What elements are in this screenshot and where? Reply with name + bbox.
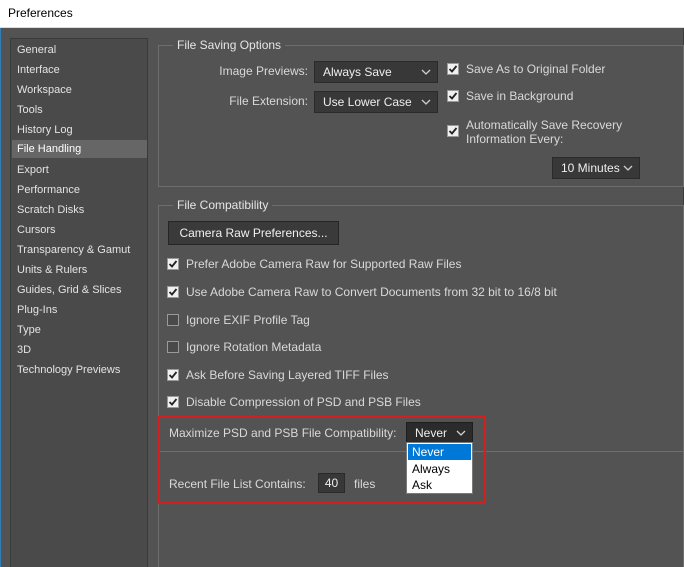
ignore-rotation-checkbox[interactable]	[167, 341, 179, 353]
title-bar: Preferences	[0, 0, 684, 28]
sidebar-item-guides-grid-slices[interactable]: Guides, Grid & Slices	[12, 281, 147, 299]
image-previews-label: Image Previews:	[219, 64, 308, 78]
ignore-rotation-label: Ignore Rotation Metadata	[186, 340, 322, 354]
prefer-camera-raw-checkbox[interactable]	[167, 258, 179, 270]
auto-save-recovery-checkbox[interactable]	[447, 125, 459, 137]
sidebar-item-performance[interactable]: Performance	[12, 181, 147, 199]
image-previews-select[interactable]: Always Save	[314, 61, 438, 83]
checkmark-icon	[168, 288, 178, 296]
sidebar-item-tools[interactable]: Tools	[12, 101, 147, 119]
disable-compression-label: Disable Compression of PSD and PSB Files	[186, 395, 421, 409]
camera-raw-convert-label: Use Adobe Camera Raw to Convert Document…	[186, 285, 557, 299]
checkmark-icon	[448, 65, 458, 73]
chevron-down-icon	[421, 69, 431, 75]
sidebar-item-units-rulers[interactable]: Units & Rulers	[12, 261, 147, 279]
sidebar-item-transparency-gamut[interactable]: Transparency & Gamut	[12, 241, 147, 259]
auto-save-recovery-label-line2: Information Every:	[466, 132, 564, 146]
sidebar-item-plug-ins[interactable]: Plug-Ins	[12, 301, 147, 319]
sidebar-item-cursors[interactable]: Cursors	[12, 221, 147, 239]
file-compatibility-title: File Compatibility	[173, 198, 273, 212]
highlight-annotation-box	[158, 416, 486, 504]
window-border	[0, 28, 1, 567]
save-as-original-folder-label: Save As to Original Folder	[466, 62, 606, 76]
preferences-sidebar: General Interface Workspace Tools Histor…	[10, 38, 148, 567]
checkmark-icon	[448, 127, 458, 135]
file-saving-options-title: File Saving Options	[173, 38, 286, 52]
recovery-interval-select[interactable]: 10 Minutes	[552, 157, 640, 179]
camera-raw-convert-checkbox[interactable]	[167, 286, 179, 298]
save-in-background-label: Save in Background	[466, 89, 574, 103]
prefer-camera-raw-label: Prefer Adobe Camera Raw for Supported Ra…	[186, 257, 462, 271]
checkmark-icon	[168, 260, 178, 268]
sidebar-item-interface[interactable]: Interface	[12, 61, 147, 79]
save-in-background-checkbox[interactable]	[447, 90, 459, 102]
ask-before-tiff-label: Ask Before Saving Layered TIFF Files	[186, 368, 389, 382]
sidebar-item-file-handling[interactable]: File Handling	[12, 140, 147, 158]
ignore-exif-label: Ignore EXIF Profile Tag	[186, 313, 310, 327]
save-as-original-folder-checkbox[interactable]	[447, 63, 459, 75]
sidebar-item-scratch-disks[interactable]: Scratch Disks	[12, 201, 147, 219]
recovery-interval-value: 10 Minutes	[561, 161, 620, 175]
file-extension-select[interactable]: Use Lower Case	[314, 91, 438, 113]
file-extension-label: File Extension:	[229, 94, 308, 108]
chevron-down-icon	[623, 165, 633, 171]
image-previews-value: Always Save	[323, 65, 392, 79]
file-extension-value: Use Lower Case	[323, 95, 412, 109]
sidebar-item-workspace[interactable]: Workspace	[12, 81, 147, 99]
chevron-down-icon	[421, 99, 431, 105]
camera-raw-preferences-button[interactable]: Camera Raw Preferences...	[168, 221, 339, 245]
checkmark-icon	[168, 371, 178, 379]
disable-compression-checkbox[interactable]	[167, 396, 179, 408]
sidebar-item-general[interactable]: General	[12, 41, 147, 59]
ignore-exif-checkbox[interactable]	[167, 314, 179, 326]
checkmark-icon	[168, 398, 178, 406]
ask-before-tiff-checkbox[interactable]	[167, 369, 179, 381]
sidebar-item-technology-previews[interactable]: Technology Previews	[12, 361, 147, 379]
window-title: Preferences	[8, 6, 73, 20]
sidebar-item-export[interactable]: Export	[12, 161, 147, 179]
sidebar-item-history-log[interactable]: History Log	[12, 121, 147, 139]
sidebar-item-type[interactable]: Type	[12, 321, 147, 339]
checkmark-icon	[448, 92, 458, 100]
sidebar-item-3d[interactable]: 3D	[12, 341, 147, 359]
auto-save-recovery-label-line1: Automatically Save Recovery	[466, 118, 623, 132]
